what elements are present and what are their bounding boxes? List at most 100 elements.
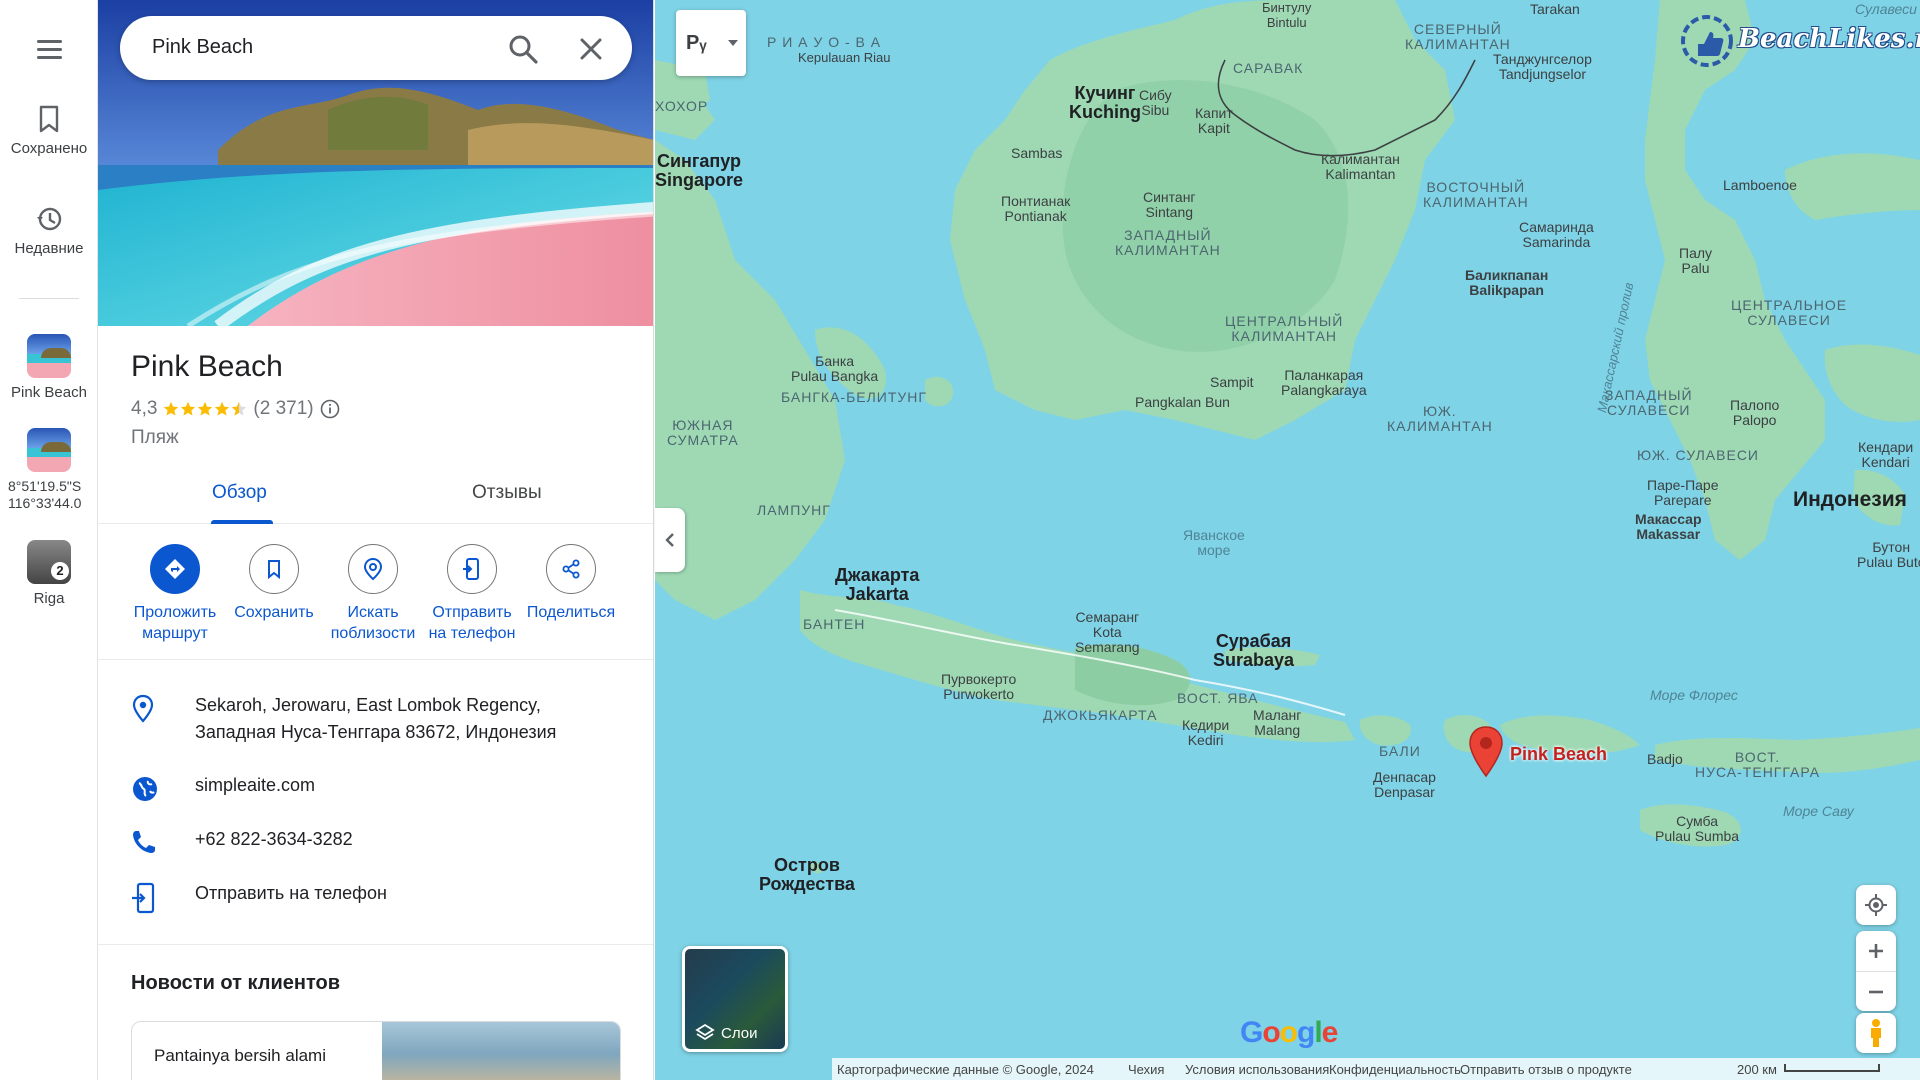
privacy-link[interactable]: Конфиденциальность bbox=[1329, 1062, 1461, 1077]
pin-label[interactable]: Pink Beach bbox=[1510, 744, 1607, 765]
place-category[interactable]: Пляж bbox=[131, 427, 179, 449]
my-location-button[interactable] bbox=[1856, 885, 1896, 925]
review-count[interactable]: (2 371) bbox=[253, 398, 313, 420]
map-label: ЛАМПУНГ bbox=[757, 502, 831, 518]
location-pin-icon bbox=[132, 694, 154, 723]
news-card-text: Pantainya bersih alami bbox=[154, 1046, 326, 1065]
map-label: Сурабая Surabaya bbox=[1213, 631, 1295, 670]
rail-item-label: 8°51'19.5"S 116°33'44.0 bbox=[8, 478, 82, 511]
globe-icon bbox=[133, 777, 157, 801]
map-label: Танджунгселор Tandjungselor bbox=[1493, 51, 1592, 82]
street-view-button[interactable] bbox=[1856, 1013, 1896, 1053]
search-box[interactable]: Pink Beach bbox=[120, 16, 632, 80]
rail-saved-button[interactable]: Сохранено bbox=[0, 104, 98, 157]
place-title: Pink Beach bbox=[131, 350, 283, 383]
map-label: Kepulauan Riau bbox=[798, 50, 891, 65]
map-canvas[interactable]: Р И А У О - В А Kepulauan Riau Бинтулу B… bbox=[655, 0, 1920, 1080]
side-rail: Сохранено Недавние Pink Beach 8°51'19.5"… bbox=[0, 0, 98, 1080]
scale-label: 200 км bbox=[1737, 1062, 1777, 1077]
star-icon bbox=[215, 401, 230, 416]
map-label: Кучинг Kuching bbox=[1069, 83, 1141, 122]
send-to-phone-row[interactable]: Отправить на телефон bbox=[98, 880, 653, 914]
location-pin-icon[interactable] bbox=[1468, 726, 1504, 778]
rail-divider bbox=[19, 298, 79, 299]
map-label: Сумба Pulau Sumba bbox=[1655, 813, 1740, 844]
star-rating bbox=[163, 401, 247, 417]
phone-send-icon bbox=[463, 558, 479, 580]
country-link[interactable]: Чехия bbox=[1128, 1062, 1164, 1077]
place-thumbnail: 2 bbox=[27, 540, 71, 584]
map-label: Палу Palu bbox=[1679, 245, 1713, 276]
map-data-credit[interactable]: Картографические данные © Google, 2024 bbox=[837, 1062, 1094, 1077]
map-label: БАНТЕН bbox=[803, 616, 866, 632]
rail-recent-item[interactable]: Pink Beach bbox=[0, 334, 98, 401]
close-icon[interactable] bbox=[576, 34, 606, 64]
rail-recent-item[interactable]: 8°51'19.5"S 116°33'44.0 bbox=[0, 428, 98, 512]
rail-item-label: Riga bbox=[33, 590, 65, 607]
map-label: ЗАПАДНЫЙ КАЛИМАНТАН bbox=[1115, 227, 1221, 258]
rail-recent-button[interactable]: Недавние bbox=[0, 204, 98, 257]
map-label: Сибу Sibu bbox=[1139, 87, 1172, 118]
website-link[interactable]: simpleaite.com bbox=[195, 772, 315, 799]
rail-recent-label: Недавние bbox=[14, 240, 84, 257]
save-button[interactable]: Сохранить bbox=[224, 544, 324, 623]
map-label: Бинтулу Bintulu bbox=[1262, 0, 1312, 30]
chevron-left-icon bbox=[665, 533, 674, 547]
language-label: Рᵧ bbox=[686, 32, 707, 54]
news-card[interactable]: Pantainya bersih alami bbox=[131, 1021, 621, 1080]
place-hero-photo[interactable]: Pink Beach bbox=[98, 0, 653, 326]
feedback-link[interactable]: Отправить отзыв о продукте bbox=[1460, 1062, 1632, 1077]
terms-link[interactable]: Условия использования bbox=[1185, 1062, 1329, 1077]
map-label: Сингапур Singapore bbox=[655, 151, 744, 190]
map-label: Капит Kapit bbox=[1195, 105, 1233, 136]
directions-icon bbox=[165, 559, 185, 579]
map-label: САРАВАК bbox=[1233, 60, 1304, 76]
search-icon[interactable] bbox=[506, 32, 540, 66]
website-row[interactable]: simpleaite.com bbox=[98, 772, 653, 802]
map-label: БАЛИ bbox=[1379, 743, 1421, 759]
map-terrain bbox=[655, 0, 1920, 874]
tab-reviews[interactable]: Отзывы bbox=[472, 482, 542, 504]
send-to-phone-button[interactable]: Отправить на телефон bbox=[422, 544, 522, 644]
phone-row[interactable]: +62 822-3634-3282 bbox=[98, 826, 653, 856]
place-thumbnail bbox=[27, 428, 71, 472]
star-icon bbox=[164, 401, 179, 416]
layers-icon bbox=[695, 1023, 715, 1041]
map-label: Баликпапан Balikpapan bbox=[1465, 267, 1549, 298]
bookmark-icon bbox=[39, 105, 59, 133]
map-label: Sambas bbox=[1011, 145, 1063, 161]
map-label: ХОХОР bbox=[655, 98, 709, 114]
zoom-out-button[interactable] bbox=[1856, 971, 1896, 1011]
map-label: ЮЖ. СУЛАВЕСИ bbox=[1637, 447, 1759, 463]
active-tab-indicator bbox=[211, 520, 273, 524]
tab-overview[interactable]: Обзор bbox=[212, 482, 267, 504]
map-label: ДЖОКЬЯКАРТА bbox=[1043, 707, 1158, 723]
info-icon[interactable] bbox=[320, 399, 340, 419]
action-label: Отправить bbox=[432, 604, 512, 621]
menu-icon[interactable] bbox=[31, 36, 67, 62]
search-input[interactable]: Pink Beach bbox=[152, 36, 253, 59]
directions-button[interactable]: Проложить маршрут bbox=[125, 544, 225, 644]
map-label: ЮЖ. КАЛИМАНТАН bbox=[1387, 403, 1493, 434]
map-label: ЦЕНТРАЛЬНОЕ СУЛАВЕСИ bbox=[1731, 297, 1848, 328]
nearby-search-icon bbox=[363, 557, 383, 581]
rating-row: 4,3 (2 371) bbox=[131, 398, 340, 420]
nearby-button[interactable]: Искать поблизости bbox=[323, 544, 423, 644]
action-label: Проложить bbox=[133, 604, 217, 621]
language-toggle-button[interactable]: Рᵧ bbox=[676, 10, 746, 76]
layers-button[interactable]: Слои bbox=[682, 946, 788, 1052]
zoom-in-button[interactable] bbox=[1856, 931, 1896, 971]
map-label: ВОСТОЧНЫЙ КАЛИМАНТАН bbox=[1423, 179, 1529, 210]
collapse-panel-button[interactable] bbox=[655, 508, 685, 572]
share-button[interactable]: Поделиться bbox=[521, 544, 621, 623]
google-logo: Google bbox=[1240, 1016, 1338, 1049]
map-label: Калимантан Kalimantan bbox=[1321, 151, 1400, 182]
action-label: Сохранить bbox=[234, 604, 314, 621]
rail-recent-item[interactable]: 2 Riga bbox=[0, 540, 98, 607]
count-badge: 2 bbox=[51, 562, 69, 580]
map-label: Sampit bbox=[1210, 374, 1254, 390]
address-row[interactable]: Sekaroh, Jerowaru, East Lombok Regency, … bbox=[98, 692, 653, 752]
map-label: Море Саву bbox=[1783, 803, 1854, 819]
map-label: ВОСТ. ЯВА bbox=[1177, 690, 1259, 706]
action-buttons: Проложить маршрут Сохранить Искать поблизо… bbox=[98, 544, 653, 660]
